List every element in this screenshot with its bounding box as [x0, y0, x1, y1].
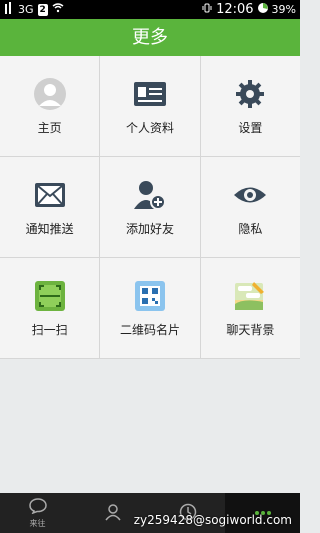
- grid-item-label: 聊天背景: [226, 322, 275, 337]
- grid-item-label: 主页: [37, 120, 62, 135]
- grid-item-label: 添加好友: [125, 221, 174, 236]
- grid-item-label: 设置: [238, 120, 263, 135]
- grid-item-label: 扫一扫: [31, 322, 68, 337]
- clock-time: 12:06: [216, 2, 254, 17]
- battery-icon: [257, 2, 268, 17]
- grid-item-label: 二维码名片: [119, 322, 180, 337]
- grid-item-add-friend[interactable]: 添加好友: [100, 157, 201, 257]
- signal-icon: [4, 2, 14, 17]
- grid-item-qr-card[interactable]: 二维码名片: [100, 258, 201, 358]
- status-bar: 3G 2 12:06 39%: [0, 0, 300, 19]
- grid-item-settings[interactable]: 设置: [201, 56, 300, 156]
- tab-laiwang[interactable]: 来往: [0, 493, 75, 533]
- grid-item-profile[interactable]: 个人资料: [100, 56, 201, 156]
- grid-row: 主页 个人资料 设置: [0, 56, 300, 157]
- person-icon: [104, 503, 122, 523]
- vibrate-icon: [202, 3, 212, 16]
- avatar-icon: [33, 77, 67, 111]
- grid-item-chat-background[interactable]: 聊天背景: [201, 258, 300, 358]
- wifi-icon: [52, 3, 64, 16]
- id-card-icon: [133, 77, 167, 111]
- sim-badge: 2: [37, 3, 48, 16]
- grid-item-privacy[interactable]: 隐私: [201, 157, 300, 257]
- envelope-icon: [33, 178, 67, 212]
- grid-row: 扫一扫 二维码名片 聊天背景: [0, 258, 300, 359]
- add-user-icon: [133, 178, 167, 212]
- chat-bubble-icon: [28, 497, 47, 516]
- grid-item-scan[interactable]: 扫一扫: [0, 258, 101, 358]
- grid-item-label: 隐私: [238, 221, 263, 236]
- battery-percent: 39%: [271, 3, 296, 16]
- watermark-text: zy259428@sogiworld.com: [133, 513, 292, 527]
- tab-label: 来往: [29, 518, 46, 528]
- eye-icon: [233, 178, 267, 212]
- grid-item-home[interactable]: 主页: [0, 56, 101, 156]
- chat-background-icon: [233, 279, 267, 313]
- network-type: 3G: [18, 3, 34, 16]
- grid-item-label: 个人资料: [125, 120, 174, 135]
- grid-item-label: 通知推送: [25, 221, 74, 236]
- scan-icon: [33, 279, 67, 313]
- qr-card-icon: [133, 279, 167, 313]
- page-title: 更多: [0, 19, 300, 56]
- gear-icon: [233, 77, 267, 111]
- grid-item-notifications[interactable]: 通知推送: [0, 157, 101, 257]
- grid-row: 通知推送 添加好友 隐私: [0, 157, 300, 258]
- feature-grid: 主页 个人资料 设置 通知推送 添加好友 隐私 扫一扫 二维码名片 聊天背景: [0, 56, 300, 359]
